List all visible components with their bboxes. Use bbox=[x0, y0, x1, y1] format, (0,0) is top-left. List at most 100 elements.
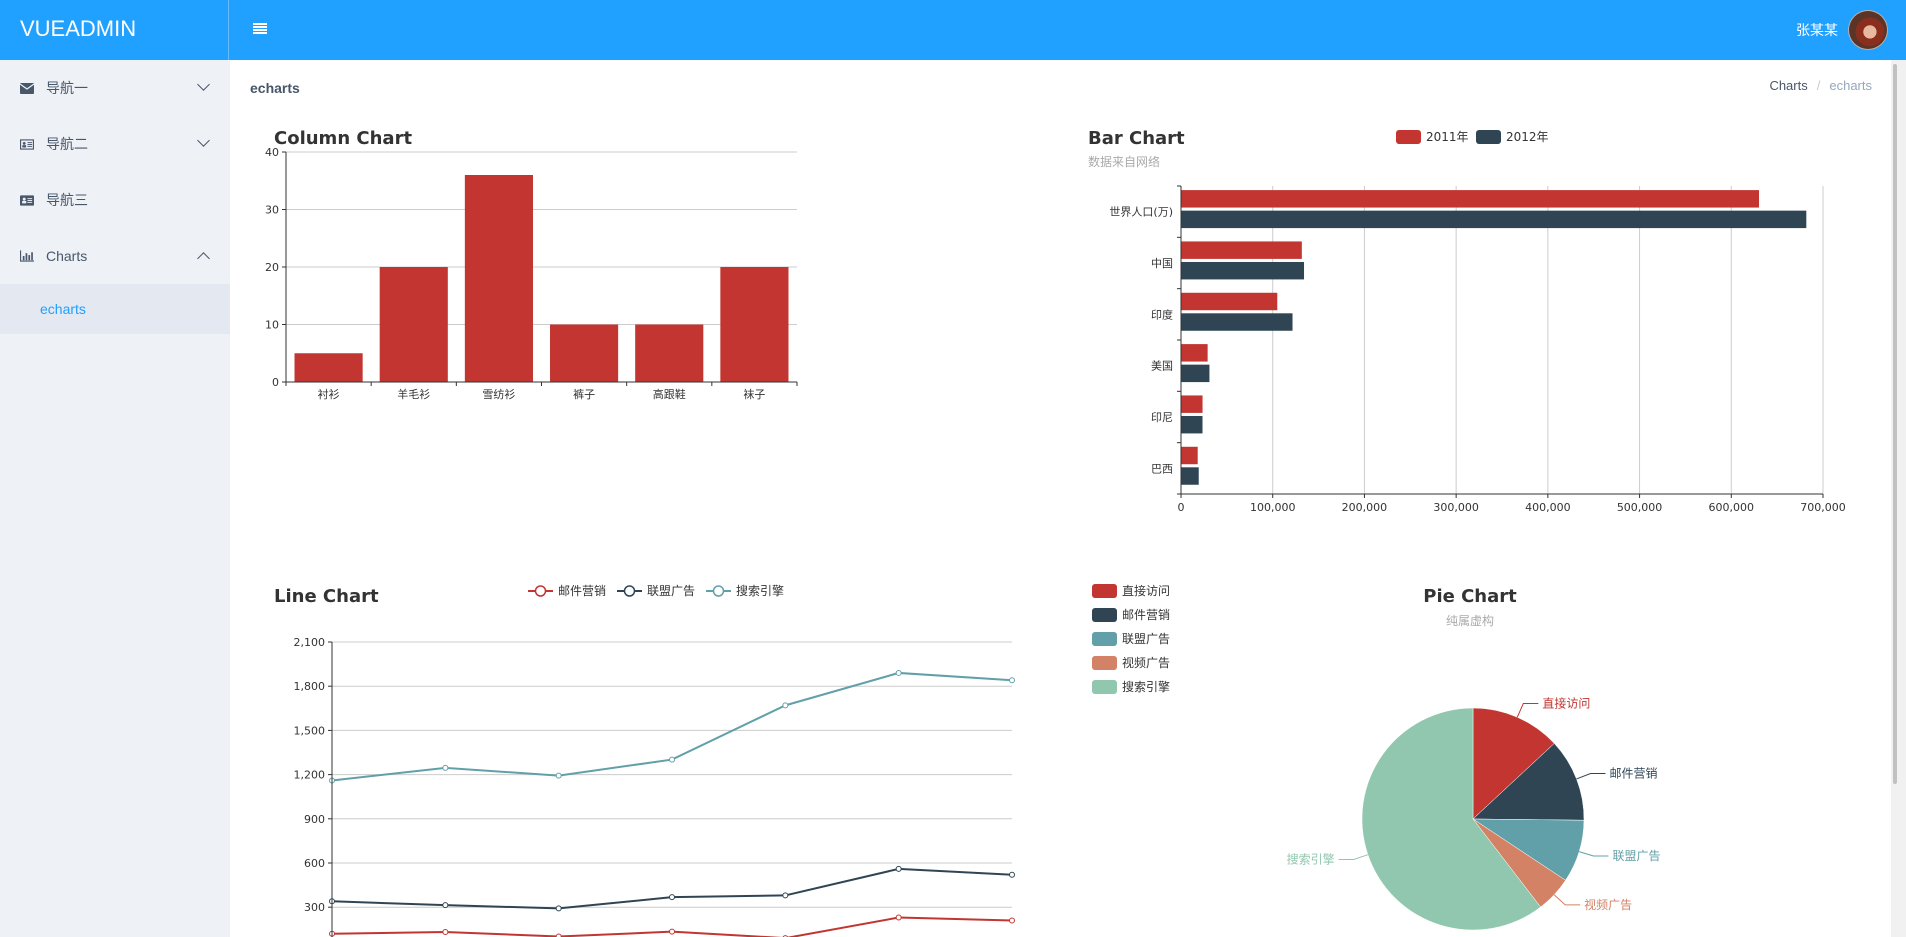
sidebar-item-charts[interactable]: Charts bbox=[0, 228, 230, 284]
legend-swatch bbox=[1092, 656, 1117, 670]
line-series-2 bbox=[331, 867, 1013, 910]
legend-swatch bbox=[1092, 680, 1117, 694]
y-tick-label: 300 bbox=[304, 901, 325, 914]
y-tick-label: 1,500 bbox=[294, 724, 326, 737]
legend-label: 邮件营销 bbox=[1122, 608, 1170, 622]
chevron-up-icon bbox=[197, 252, 210, 265]
x-tick-label: 300,000 bbox=[1433, 501, 1479, 514]
x-tick-label: 600,000 bbox=[1709, 501, 1755, 514]
scrollbar-thumb[interactable] bbox=[1893, 64, 1897, 784]
legend-swatch bbox=[1092, 632, 1117, 646]
legend-label: 2011年 bbox=[1426, 130, 1469, 144]
chart-subtitle: 纯属虚构 bbox=[1446, 613, 1494, 628]
pie-label-line bbox=[1516, 702, 1539, 718]
line-chart: Line Chart 邮件营销 联盟广告 搜索引擎 300 600 900 1,200 1,5… bbox=[274, 583, 1015, 937]
x-tick-label: 袜子 bbox=[743, 387, 765, 401]
sidebar-item-label: 导航三 bbox=[46, 192, 88, 208]
id-card-filled-icon bbox=[20, 194, 34, 206]
x-tick-label: 200,000 bbox=[1342, 501, 1388, 514]
bar-2012 bbox=[1181, 364, 1210, 383]
sidebar-item-nav2[interactable]: 导航二 bbox=[0, 116, 230, 172]
line-point bbox=[1009, 871, 1015, 878]
x-tick-label: 雪纺衫 bbox=[482, 387, 515, 401]
y-tick-label: 1,800 bbox=[294, 680, 326, 693]
pie-label-line bbox=[1578, 851, 1609, 857]
pie-label: 联盟广告 bbox=[1612, 849, 1660, 863]
column-chart: Column Chart 0 10 20 30 40 衬衫 羊毛衫 雪纺衫 裤子 高跟鞋 袜子 bbox=[265, 128, 798, 401]
legend-swatch bbox=[1396, 130, 1421, 144]
line-point bbox=[669, 894, 675, 901]
x-tick-label: 400,000 bbox=[1525, 501, 1571, 514]
bar-2011 bbox=[1181, 241, 1302, 259]
y-tick-label: 900 bbox=[304, 813, 325, 826]
breadcrumb-separator: / bbox=[1816, 78, 1821, 93]
sidebar: 导航一 导航二 导航三 Charts echarts bbox=[0, 60, 230, 937]
column-bar bbox=[379, 267, 448, 382]
y-tick-label: 印尼 bbox=[1151, 411, 1173, 424]
y-tick-label: 世界人口(万) bbox=[1109, 206, 1173, 219]
y-tick-label: 2,100 bbox=[294, 636, 326, 649]
x-tick-label: 500,000 bbox=[1617, 501, 1663, 514]
x-tick-label: 羊毛衫 bbox=[397, 387, 430, 401]
user-menu[interactable]: 张某某 bbox=[1796, 10, 1888, 50]
column-bar bbox=[720, 267, 789, 382]
breadcrumb: Charts / echarts bbox=[1769, 78, 1872, 93]
sidebar-item-nav3[interactable]: 导航三 bbox=[0, 172, 230, 228]
y-tick-label: 20 bbox=[265, 261, 279, 274]
legend-label: 邮件营销 bbox=[558, 584, 606, 598]
legend-swatch bbox=[1092, 584, 1117, 598]
bar-2011 bbox=[1181, 395, 1203, 413]
line-point bbox=[442, 928, 449, 935]
line-point bbox=[669, 756, 675, 763]
sidebar-item-label: 导航二 bbox=[46, 136, 88, 152]
x-tick-label: 裤子 bbox=[573, 387, 595, 401]
line-series-3 bbox=[331, 671, 1013, 782]
vertical-scrollbar[interactable] bbox=[1891, 60, 1906, 937]
app-logo[interactable]: VUEADMIN bbox=[0, 0, 229, 60]
bar-chart-icon bbox=[20, 250, 34, 262]
legend-swatch bbox=[1092, 608, 1117, 622]
bar-2012 bbox=[1181, 415, 1203, 434]
bar-2012 bbox=[1181, 313, 1293, 331]
chevron-down-icon bbox=[197, 134, 210, 147]
chart-subtitle: 数据来自网络 bbox=[1088, 154, 1160, 169]
x-tick-label: 高跟鞋 bbox=[653, 387, 686, 401]
breadcrumb-item-echarts: echarts bbox=[1829, 78, 1872, 93]
line-point bbox=[895, 669, 902, 676]
chevron-down-icon bbox=[197, 78, 210, 91]
legend-label: 视频广告 bbox=[1122, 655, 1170, 670]
breadcrumb-item-charts[interactable]: Charts bbox=[1769, 78, 1807, 93]
line-point bbox=[895, 865, 902, 872]
line-point bbox=[555, 772, 562, 779]
pie-label: 搜索引擎 bbox=[1287, 852, 1335, 867]
bar-2012 bbox=[1181, 210, 1807, 229]
pie-label: 视频广告 bbox=[1584, 897, 1632, 912]
sidebar-item-nav1[interactable]: 导航一 bbox=[0, 60, 230, 116]
hamburger-icon[interactable] bbox=[253, 23, 267, 35]
id-card-icon bbox=[20, 138, 34, 150]
sidebar-subitem-echarts[interactable]: echarts bbox=[0, 284, 230, 334]
line-point bbox=[442, 902, 449, 909]
pie-label-line bbox=[1576, 773, 1606, 780]
bar-2011 bbox=[1181, 344, 1208, 362]
column-bar bbox=[464, 175, 533, 382]
legend-swatch bbox=[1476, 130, 1501, 144]
legend-label: 2012年 bbox=[1506, 130, 1549, 144]
column-bar bbox=[635, 324, 704, 382]
bar-2011 bbox=[1181, 292, 1278, 311]
y-tick-label: 10 bbox=[265, 319, 279, 332]
x-tick-label: 700,000 bbox=[1800, 501, 1846, 514]
line-point bbox=[782, 702, 789, 709]
x-tick-label: 0 bbox=[1178, 501, 1185, 514]
chart-title: Line Chart bbox=[274, 586, 379, 607]
x-tick-label: 100,000 bbox=[1250, 501, 1296, 514]
bar-chart: Bar Chart 数据来自网络 2011年 2012年 0 100,000 200,0… bbox=[1088, 128, 1846, 514]
legend-label: 联盟广告 bbox=[1122, 632, 1170, 646]
sidebar-item-label: 导航一 bbox=[46, 80, 88, 96]
page-title: echarts bbox=[250, 80, 300, 96]
legend-marker bbox=[534, 585, 547, 597]
user-name[interactable]: 张某某 bbox=[1796, 20, 1838, 40]
chart-title: Pie Chart bbox=[1423, 586, 1517, 607]
avatar[interactable] bbox=[1848, 10, 1888, 50]
y-tick-label: 巴西 bbox=[1151, 462, 1173, 475]
